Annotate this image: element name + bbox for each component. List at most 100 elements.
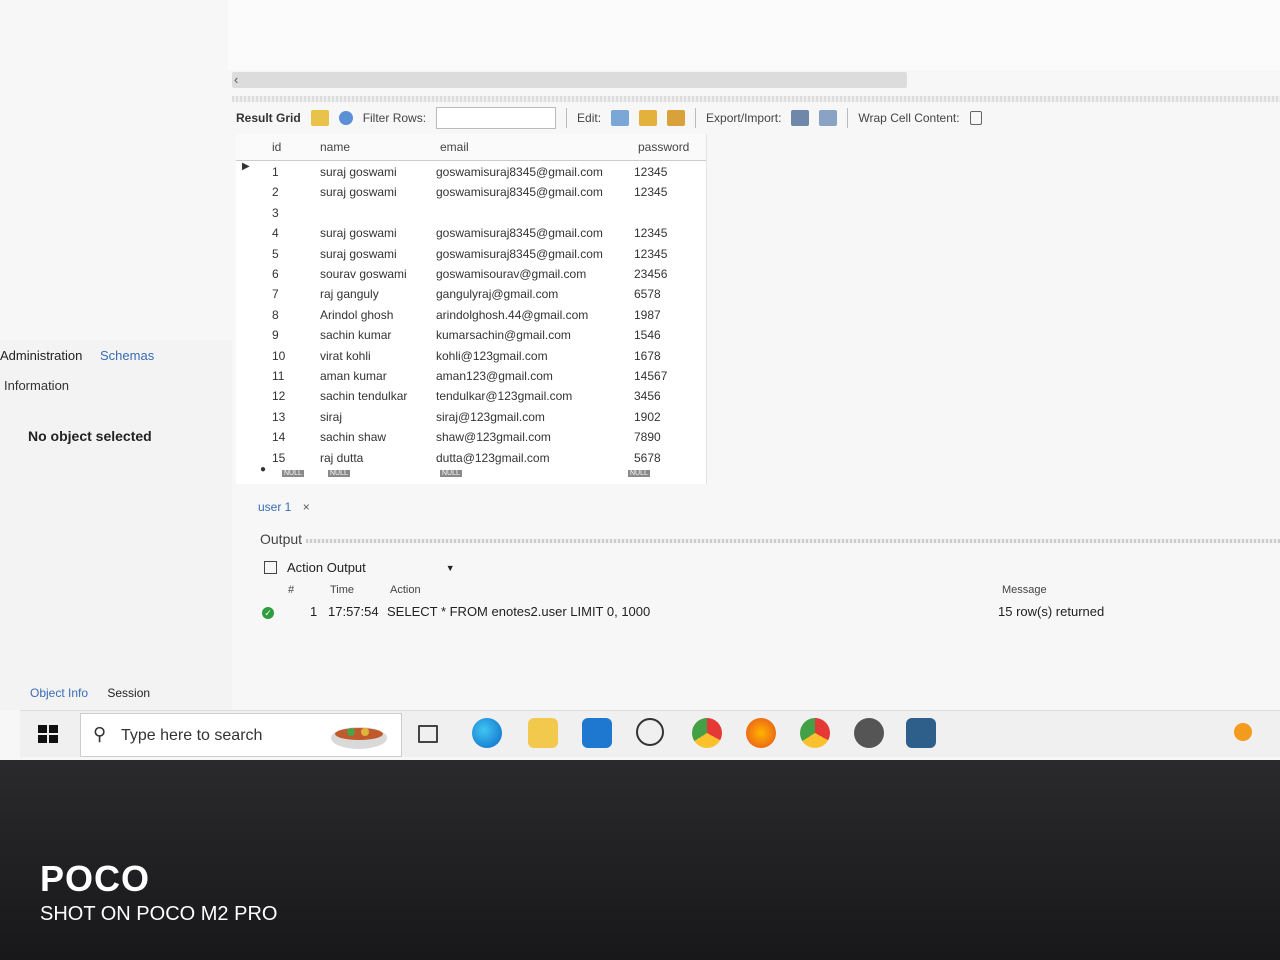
cell-email[interactable]: dutta@123gmail.com: [436, 451, 550, 465]
cell-email[interactable]: arindolghosh.44@gmail.com: [436, 308, 588, 322]
cell-password[interactable]: 1902: [634, 410, 661, 424]
add-row-icon[interactable]: [639, 110, 658, 126]
cell-password[interactable]: 12345: [634, 247, 667, 261]
cell-email[interactable]: goswamisuraj8345@gmail.com: [436, 185, 603, 199]
cell-password[interactable]: 14567: [634, 369, 667, 383]
cell-name[interactable]: siraj: [320, 410, 342, 424]
output-row-action[interactable]: SELECT * FROM enotes2.user LIMIT 0, 1000: [387, 604, 650, 619]
table-row[interactable]: 14 sachin shaw shaw@123gmail.com 7890: [236, 427, 706, 447]
cell-email[interactable]: goswamisourav@gmail.com: [436, 267, 586, 281]
null-cell-email[interactable]: NULL: [440, 464, 462, 478]
export-icon[interactable]: [791, 110, 810, 126]
file-explorer-icon[interactable]: [528, 718, 558, 748]
cell-name[interactable]: raj ganguly: [320, 287, 379, 301]
cell-password[interactable]: 1546: [634, 328, 661, 342]
cell-id[interactable]: 3: [272, 206, 279, 220]
cell-id[interactable]: 1: [272, 165, 279, 179]
column-header-name[interactable]: name: [320, 140, 350, 154]
refresh-icon[interactable]: [338, 111, 353, 125]
table-row[interactable]: 3: [236, 203, 706, 223]
cell-id[interactable]: 8: [272, 308, 279, 322]
cell-id[interactable]: 10: [272, 349, 285, 363]
cell-email[interactable]: kohli@123gmail.com: [436, 349, 548, 363]
cell-password[interactable]: 12345: [634, 165, 667, 179]
tab-schemas[interactable]: Schemas: [100, 348, 154, 363]
chrome-profile-icon[interactable]: [800, 718, 830, 748]
table-row[interactable]: 10 virat kohli kohli@123gmail.com 1678: [236, 346, 706, 366]
cell-password[interactable]: 3456: [634, 389, 661, 403]
cell-password[interactable]: 5678: [634, 451, 661, 465]
cell-password[interactable]: 23456: [634, 267, 667, 281]
cell-email[interactable]: kumarsachin@gmail.com: [436, 328, 571, 342]
cell-id[interactable]: 13: [272, 410, 285, 424]
cell-name[interactable]: sourav goswami: [320, 267, 407, 281]
table-row[interactable]: 4 suraj goswami goswamisuraj8345@gmail.com…: [236, 223, 706, 243]
table-row[interactable]: 1 suraj goswami goswamisuraj8345@gmail.com…: [236, 162, 706, 182]
table-row[interactable]: 13 siraj siraj@123gmail.com 1902: [236, 407, 706, 427]
cell-id[interactable]: 11: [272, 369, 284, 383]
cell-email[interactable]: tendulkar@123gmail.com: [436, 389, 572, 403]
cell-name[interactable]: suraj goswami: [320, 226, 397, 240]
tab-session[interactable]: Session: [107, 686, 150, 700]
cell-id[interactable]: 9: [272, 328, 279, 342]
edit-row-icon[interactable]: [611, 110, 630, 126]
table-row[interactable]: 11 aman kumar aman123@gmail.com 14567: [236, 366, 706, 386]
null-cell-name[interactable]: NULL: [328, 464, 350, 478]
cell-email[interactable]: gangulyraj@gmail.com: [436, 287, 558, 301]
firefox-icon[interactable]: [746, 718, 776, 748]
table-row[interactable]: 12 sachin tendulkar tendulkar@123gmail.com…: [236, 386, 706, 406]
result-tab-user1[interactable]: user 1 ×: [258, 500, 310, 514]
cell-name[interactable]: virat kohli: [320, 349, 371, 363]
column-header-id[interactable]: id: [272, 140, 281, 154]
cell-email[interactable]: aman123@gmail.com: [436, 369, 553, 383]
dell-icon[interactable]: [636, 718, 664, 746]
chevron-down-icon[interactable]: ▼: [446, 563, 455, 573]
splitter[interactable]: [232, 96, 1280, 102]
table-row[interactable]: 2 suraj goswami goswamisuraj8345@gmail.com…: [236, 182, 706, 202]
wrap-cell-icon[interactable]: [969, 111, 982, 125]
cell-password[interactable]: 7890: [634, 430, 661, 444]
column-header-password[interactable]: password: [638, 140, 689, 154]
cell-name[interactable]: suraj goswami: [320, 185, 397, 199]
cell-name[interactable]: suraj goswami: [320, 165, 397, 179]
cell-email[interactable]: goswamisuraj8345@gmail.com: [436, 247, 603, 261]
close-icon[interactable]: ×: [303, 500, 310, 514]
null-cell-id[interactable]: NULL: [282, 464, 304, 478]
cell-email[interactable]: goswamisuraj8345@gmail.com: [436, 226, 603, 240]
cell-id[interactable]: 14: [272, 430, 285, 444]
cell-id[interactable]: 4: [272, 226, 279, 240]
cell-name[interactable]: suraj goswami: [320, 247, 397, 261]
cell-name[interactable]: aman kumar: [320, 369, 387, 383]
edge-icon[interactable]: [472, 718, 502, 748]
filter-rows-input[interactable]: [436, 107, 557, 129]
mail-icon[interactable]: [582, 718, 612, 748]
cell-password[interactable]: 1678: [634, 349, 661, 363]
cell-id[interactable]: 7: [272, 287, 279, 301]
cell-email[interactable]: goswamisuraj8345@gmail.com: [436, 165, 603, 179]
null-cell-password[interactable]: NULL: [628, 464, 650, 478]
table-row[interactable]: 6 sourav goswami goswamisourav@gmail.com 23…: [236, 264, 706, 284]
table-row[interactable]: 9 sachin kumar kumarsachin@gmail.com 1546: [236, 325, 706, 345]
chrome-icon[interactable]: [692, 718, 722, 748]
cell-password[interactable]: 12345: [634, 185, 667, 199]
weather-icon[interactable]: [1234, 723, 1252, 741]
cell-email[interactable]: shaw@123gmail.com: [436, 430, 551, 444]
cell-password[interactable]: 1987: [634, 308, 661, 322]
table-row[interactable]: 8 Arindol ghosh arindolghosh.44@gmail.com 1…: [236, 305, 706, 325]
cell-name[interactable]: sachin shaw: [320, 430, 386, 444]
cell-id[interactable]: 15: [272, 451, 285, 465]
table-row[interactable]: 5 suraj goswami goswamisuraj8345@gmail.com…: [236, 244, 706, 264]
windows-start-icon[interactable]: [38, 725, 58, 743]
cell-password[interactable]: 12345: [634, 226, 667, 240]
new-row[interactable]: ● NULL NULL NULL NULL: [236, 464, 706, 484]
delete-row-icon[interactable]: [667, 110, 686, 126]
import-icon[interactable]: [819, 110, 838, 126]
cell-email[interactable]: siraj@123gmail.com: [436, 410, 545, 424]
mysql-workbench-icon[interactable]: [906, 718, 936, 748]
scroll-left-icon[interactable]: ‹: [234, 72, 238, 87]
cell-password[interactable]: 6578: [634, 287, 661, 301]
tab-object-info[interactable]: Object Info: [30, 686, 88, 700]
cell-id[interactable]: 6: [272, 267, 279, 281]
table-row[interactable]: 7 raj ganguly gangulyraj@gmail.com 6578: [236, 284, 706, 304]
copy-icon[interactable]: [264, 561, 277, 574]
